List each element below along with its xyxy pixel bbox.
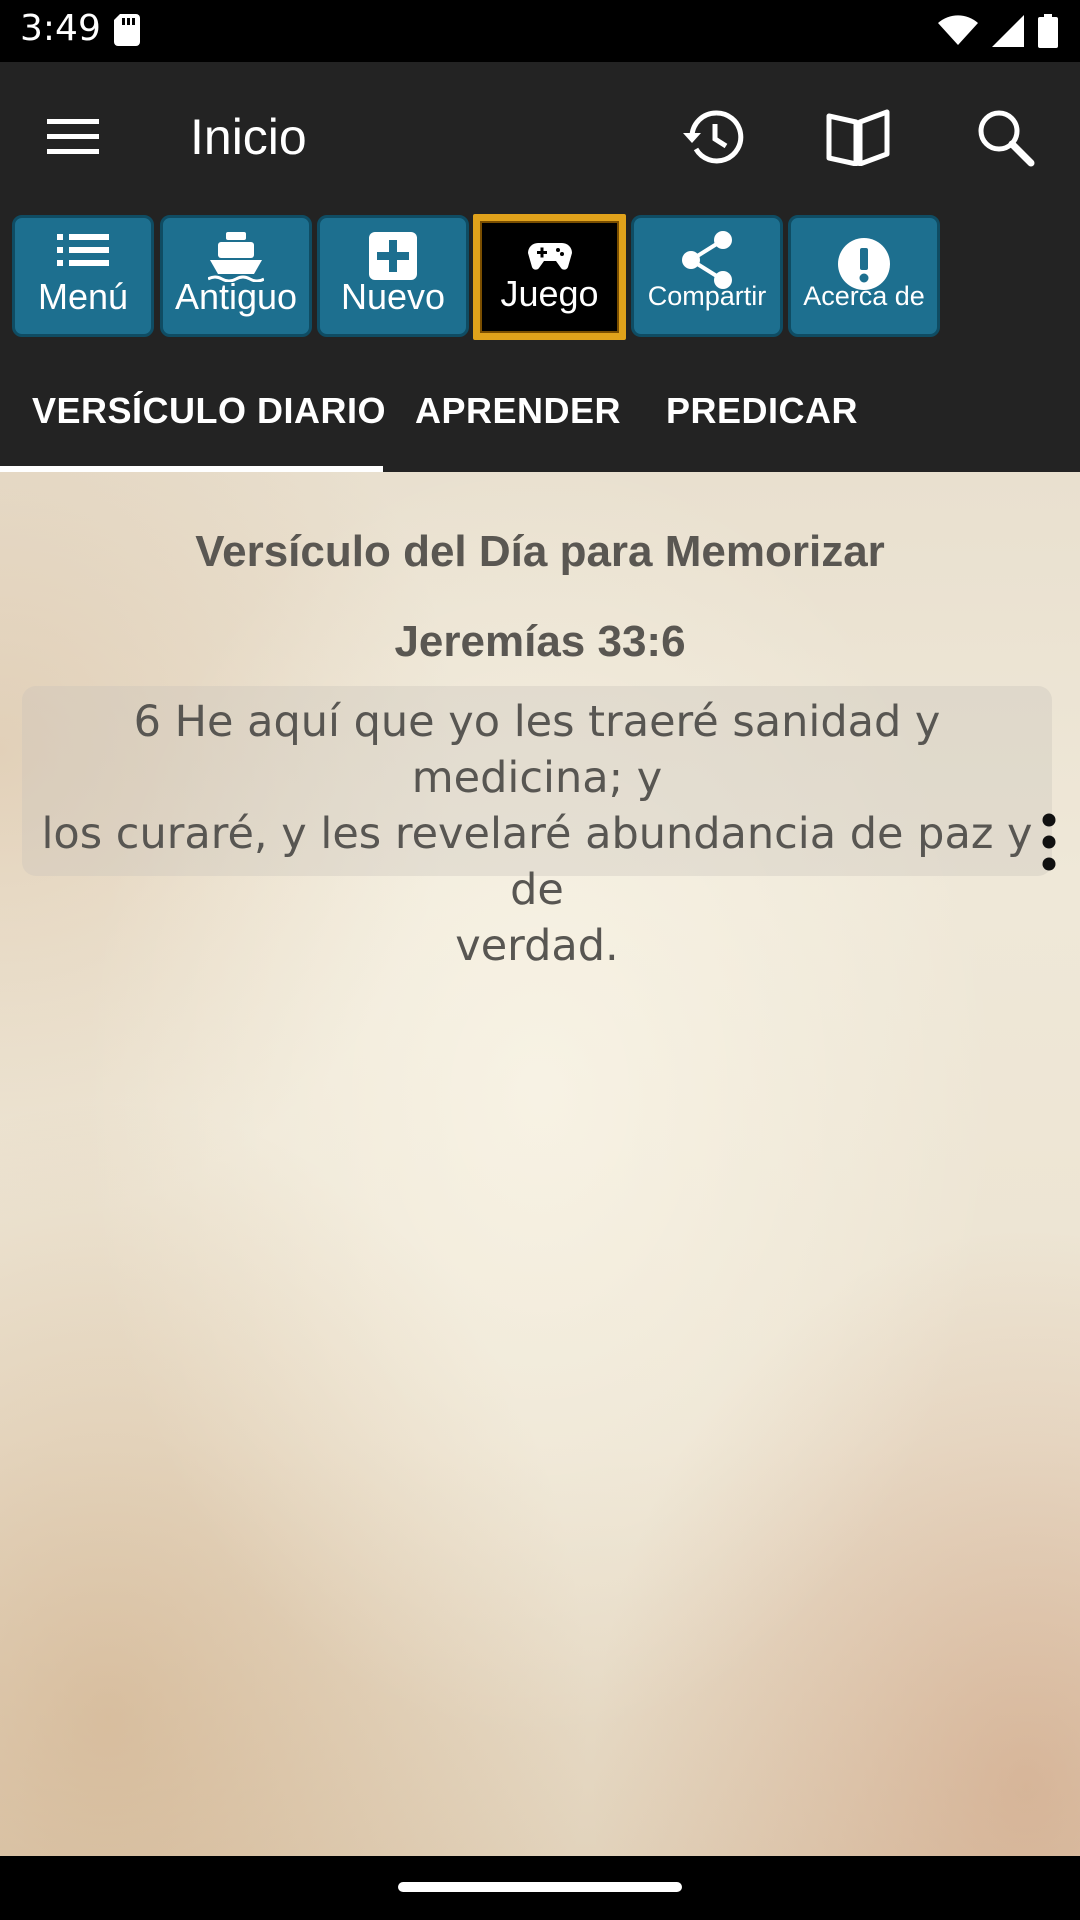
verse-line: 6 He aquí que yo les traeré sanidad y me… — [133, 697, 941, 803]
verse-text: 6 He aquí que yo les traeré sanidad y me… — [22, 694, 1052, 974]
wifi-icon — [938, 15, 978, 45]
status-bar: 3:49 — [0, 0, 1080, 62]
menu-button[interactable]: Menú — [12, 215, 154, 337]
verse-line: los curaré, y les revelaré abundancia de… — [41, 809, 1033, 915]
sd-card-icon — [114, 14, 140, 46]
list-icon — [57, 234, 109, 266]
daily-verse-panel: Versículo del Día para Memorizar Jeremía… — [0, 472, 1080, 1856]
book-button[interactable] — [813, 92, 903, 182]
share-button[interactable]: Compartir — [631, 215, 783, 337]
more-options-icon[interactable] — [1038, 812, 1060, 872]
search-button[interactable] — [960, 92, 1050, 182]
signal-icon — [992, 15, 1024, 47]
old-testament-label: Antiguo — [174, 276, 298, 317]
menu-hamburger-button[interactable] — [28, 92, 118, 182]
history-button[interactable] — [668, 92, 758, 182]
tab-learn[interactable]: APRENDER — [415, 350, 621, 472]
history-icon — [683, 110, 744, 164]
tab-daily-verse[interactable]: VERSÍCULO DIARIO — [32, 350, 386, 472]
tab-preach[interactable]: PREDICAR — [666, 350, 858, 472]
game-label: Juego — [500, 273, 599, 314]
status-time: 3:49 — [20, 8, 101, 49]
new-testament-label: Nuevo — [340, 276, 446, 317]
system-nav-bar — [0, 1856, 1080, 1920]
gamepad-icon — [527, 243, 572, 270]
old-testament-button[interactable]: Antiguo — [160, 215, 312, 337]
plus-box-icon — [369, 232, 417, 280]
menu-button-label: Menú — [37, 276, 129, 317]
ship-icon — [208, 232, 264, 282]
game-button[interactable]: Juego — [473, 214, 626, 340]
about-label: Acerca de — [803, 281, 925, 311]
about-button[interactable]: Acerca de — [788, 215, 940, 337]
verse-line: verdad. — [455, 921, 619, 971]
verse-card[interactable]: 6 He aquí que yo les traeré sanidad y me… — [22, 686, 1052, 971]
verse-reference: Jeremías 33:6 — [394, 617, 686, 666]
open-book-icon — [826, 109, 890, 166]
share-label: Compartir — [647, 281, 767, 311]
verse-heading: Versículo del Día para Memorizar — [195, 527, 885, 576]
shortcut-toolbar: Menú Antiguo Nuevo Juego Compartir Acerc… — [0, 210, 1080, 350]
hamburger-icon — [47, 119, 99, 154]
new-testament-button[interactable]: Nuevo — [317, 215, 469, 337]
tab-bar: VERSÍCULO DIARIO APRENDER PREDICAR — [0, 350, 1080, 472]
search-icon — [978, 110, 1035, 167]
home-gesture-pill[interactable] — [398, 1882, 682, 1892]
app-bar: Inicio — [0, 62, 1080, 210]
page-title: Inicio — [190, 109, 307, 165]
battery-icon — [1038, 14, 1058, 48]
